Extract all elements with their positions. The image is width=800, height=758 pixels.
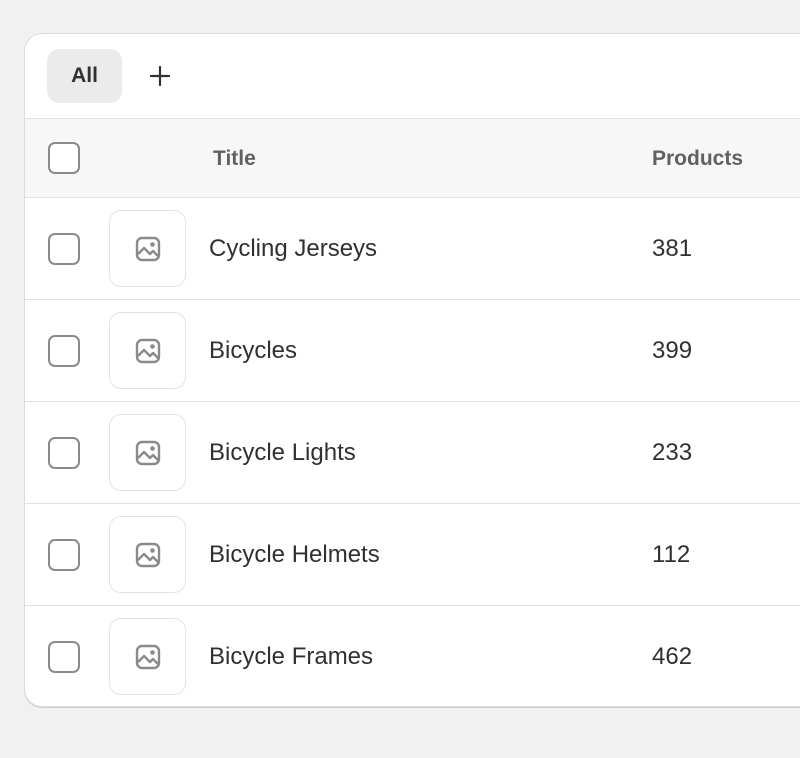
product-count: 462 — [652, 643, 693, 670]
row-checkbox[interactable] — [48, 437, 80, 469]
collection-thumbnail — [109, 312, 186, 389]
product-count: 112 — [652, 541, 691, 568]
image-placeholder-icon — [135, 236, 160, 261]
table-row[interactable]: Bicycles 399 — [25, 300, 800, 402]
select-all-checkbox[interactable] — [48, 142, 80, 174]
table-header: Title Products — [25, 119, 800, 198]
table-row[interactable]: Bicycle Helmets 112 — [25, 504, 800, 606]
row-checkbox[interactable] — [48, 539, 80, 571]
column-header-title[interactable]: Title — [213, 119, 256, 198]
collection-title[interactable]: Cycling Jerseys — [209, 198, 377, 300]
product-count: 233 — [652, 439, 693, 466]
collection-thumbnail — [109, 414, 186, 491]
collection-thumbnail — [109, 210, 186, 287]
view-tabs-bar: All — [25, 34, 800, 119]
product-count: 399 — [652, 337, 693, 364]
table-row[interactable]: Bicycle Lights 233 — [25, 402, 800, 504]
image-placeholder-icon — [135, 440, 160, 465]
collection-thumbnail — [109, 618, 186, 695]
image-placeholder-icon — [135, 338, 160, 363]
collection-title[interactable]: Bicycle Frames — [209, 606, 373, 706]
collection-thumbnail — [109, 516, 186, 593]
table-row[interactable]: Cycling Jerseys 381 — [25, 198, 800, 300]
image-placeholder-icon — [135, 542, 160, 567]
column-header-products[interactable]: Products — [652, 119, 743, 198]
collection-title[interactable]: Bicycle Lights — [209, 402, 356, 504]
table-row[interactable]: Bicycle Frames 462 — [25, 606, 800, 706]
plus-icon — [149, 65, 171, 87]
row-checkbox[interactable] — [48, 233, 80, 265]
collections-table-card: All Title Products Cycling Jerseys 381 B… — [24, 33, 800, 707]
row-checkbox[interactable] — [48, 641, 80, 673]
collection-title[interactable]: Bicycle Helmets — [209, 504, 380, 606]
image-placeholder-icon — [135, 644, 160, 669]
product-count: 381 — [652, 235, 693, 262]
collection-title[interactable]: Bicycles — [209, 300, 297, 402]
table-body: Cycling Jerseys 381 Bicycles 399 Bicycle… — [25, 198, 800, 706]
add-view-button[interactable] — [142, 58, 178, 94]
row-checkbox[interactable] — [48, 335, 80, 367]
tab-all[interactable]: All — [47, 49, 122, 103]
